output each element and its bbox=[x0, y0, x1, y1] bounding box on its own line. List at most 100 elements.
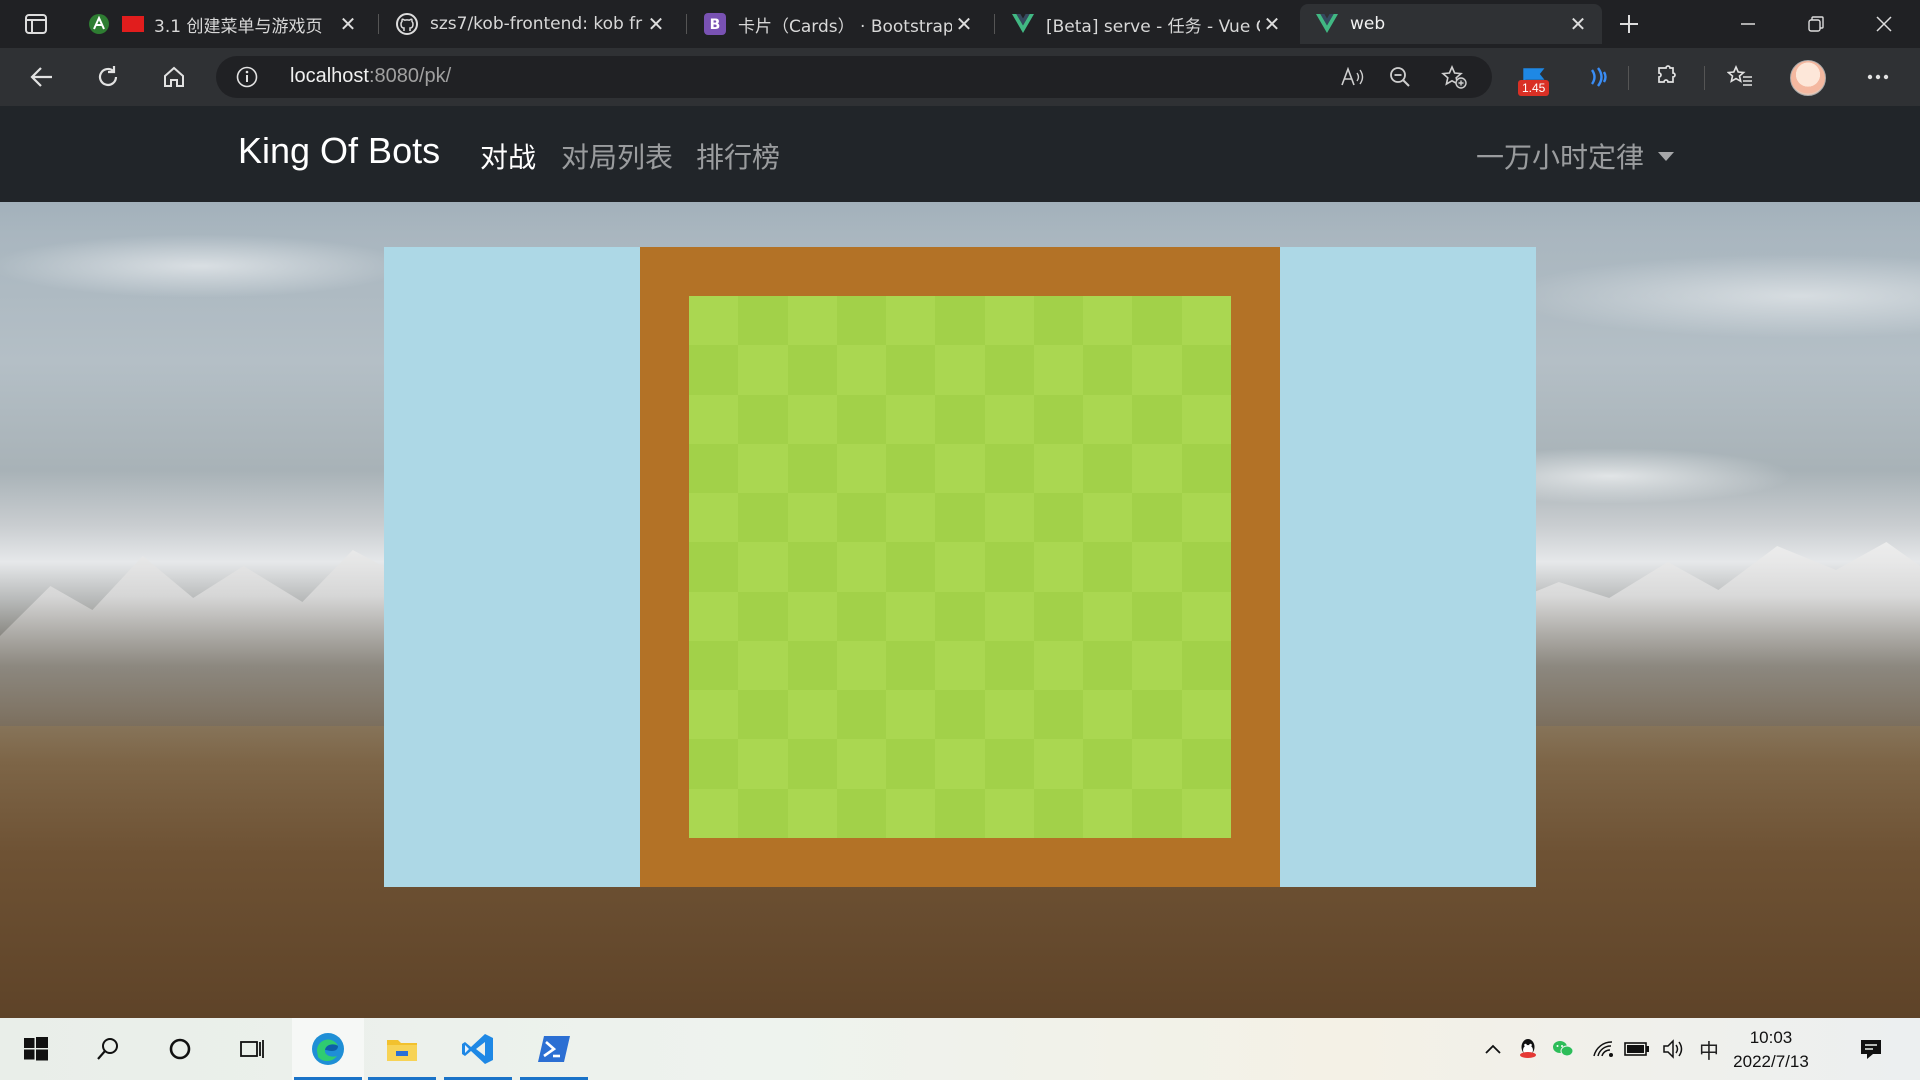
grass-cell bbox=[836, 394, 887, 444]
toolbar-divider bbox=[1704, 66, 1705, 90]
nav-link-ranklist[interactable]: 排行榜 bbox=[696, 136, 780, 176]
grass-cell bbox=[836, 739, 887, 789]
tab-actions-icon[interactable] bbox=[10, 8, 62, 40]
browser-tab-4[interactable]: [Beta] serve - 任务 - Vue C ✕ bbox=[996, 4, 1296, 44]
cortana-icon[interactable] bbox=[144, 1018, 216, 1080]
qq-icon[interactable] bbox=[1515, 1036, 1541, 1062]
read-aloud-icon[interactable] bbox=[1338, 65, 1366, 89]
grass-cell bbox=[1132, 690, 1182, 740]
browser-tab-5[interactable]: web ✕ bbox=[1300, 4, 1602, 44]
wifi-icon[interactable] bbox=[1590, 1036, 1616, 1062]
wall-cell bbox=[787, 247, 837, 297]
grass-cell bbox=[984, 296, 1034, 346]
close-icon[interactable]: ✕ bbox=[1260, 12, 1284, 36]
wall-cell bbox=[836, 837, 887, 887]
search-icon[interactable] bbox=[72, 1018, 144, 1080]
site-info-icon[interactable] bbox=[236, 66, 258, 88]
grass-cell bbox=[836, 542, 887, 592]
app-navbar: King Of Bots 对战 对局列表 排行榜 一万小时定律 bbox=[0, 106, 1920, 202]
grass-cell bbox=[738, 443, 788, 494]
user-name: 一万小时定律 bbox=[1476, 141, 1645, 174]
nav-link-record[interactable]: 对局列表 bbox=[561, 136, 673, 176]
wall-cell bbox=[1033, 247, 1084, 297]
wall-cell bbox=[1230, 296, 1280, 346]
nav-link-pk[interactable]: 对战 bbox=[480, 136, 536, 176]
refresh-icon[interactable] bbox=[88, 58, 128, 96]
grass-cell bbox=[738, 591, 788, 641]
home-icon[interactable] bbox=[154, 58, 194, 96]
volume-icon[interactable] bbox=[1660, 1036, 1686, 1062]
svg-text:B: B bbox=[710, 17, 721, 33]
close-icon[interactable]: ✕ bbox=[952, 12, 976, 36]
close-window-icon[interactable] bbox=[1850, 0, 1918, 48]
vue-icon bbox=[1012, 13, 1034, 35]
zoom-out-icon[interactable] bbox=[1386, 65, 1414, 89]
grass-cell bbox=[1033, 542, 1084, 592]
grass-cell bbox=[1083, 394, 1133, 444]
vscode-icon[interactable] bbox=[442, 1018, 514, 1080]
battery-icon[interactable] bbox=[1624, 1036, 1650, 1062]
grass-cell bbox=[1132, 394, 1182, 444]
grass-cell bbox=[984, 493, 1034, 543]
tab-title: [Beta] serve - 任务 - Vue C bbox=[1046, 16, 1260, 37]
wall-cell bbox=[787, 837, 837, 887]
grass-cell bbox=[1132, 493, 1182, 543]
wall-cell bbox=[984, 247, 1034, 297]
grass-cell bbox=[1033, 788, 1084, 838]
grass-cell bbox=[984, 640, 1034, 691]
wall-cell bbox=[935, 837, 985, 887]
wall-cell bbox=[1230, 591, 1280, 641]
grass-cell bbox=[1181, 296, 1231, 346]
grass-cell bbox=[689, 443, 739, 494]
grass-cell bbox=[1033, 394, 1084, 444]
grass-cell bbox=[1181, 690, 1231, 740]
add-favorite-icon[interactable] bbox=[1440, 65, 1468, 89]
close-icon[interactable]: ✕ bbox=[1566, 12, 1590, 36]
wall-cell bbox=[640, 788, 690, 838]
address-bar[interactable]: localhost:8080/pk/ bbox=[216, 56, 1492, 98]
grass-cell bbox=[738, 690, 788, 740]
wall-cell bbox=[640, 640, 690, 691]
edge-taskbar-icon[interactable] bbox=[292, 1018, 364, 1080]
brand-link[interactable]: King Of Bots bbox=[238, 130, 440, 172]
favorites-icon[interactable] bbox=[1720, 58, 1760, 96]
grass-cell bbox=[886, 788, 936, 838]
wall-cell bbox=[689, 837, 739, 887]
action-center-icon[interactable] bbox=[1858, 1036, 1884, 1062]
wall-cell bbox=[1181, 837, 1231, 887]
powershell-icon[interactable] bbox=[518, 1018, 590, 1080]
grass-cell bbox=[886, 591, 936, 641]
close-icon[interactable]: ✕ bbox=[336, 12, 360, 36]
close-icon[interactable]: ✕ bbox=[644, 12, 668, 36]
grass-cell bbox=[1033, 640, 1084, 691]
grass-cell bbox=[1132, 345, 1182, 395]
new-tab-icon[interactable] bbox=[1612, 8, 1646, 40]
wall-cell bbox=[689, 247, 739, 297]
task-view-icon[interactable] bbox=[216, 1018, 288, 1080]
grass-cell bbox=[984, 788, 1034, 838]
show-hidden-icons-icon[interactable] bbox=[1480, 1036, 1506, 1062]
caret-down-icon bbox=[1658, 151, 1675, 161]
wechat-icon[interactable] bbox=[1550, 1036, 1576, 1062]
grass-cell bbox=[935, 394, 985, 444]
browser-tab-3[interactable]: B 卡片（Cards） · Bootstrap ✕ bbox=[688, 4, 988, 44]
more-options-icon[interactable] bbox=[1858, 58, 1898, 96]
minimize-icon[interactable] bbox=[1714, 0, 1782, 48]
windows-start-icon[interactable] bbox=[0, 1018, 72, 1080]
browser-tab-2[interactable]: szs7/kob-frontend: kob fr ✕ bbox=[380, 4, 680, 44]
restore-icon[interactable] bbox=[1782, 0, 1850, 48]
clock-date: 2022/7/13 bbox=[1733, 1052, 1809, 1071]
extensions-icon[interactable] bbox=[1646, 58, 1686, 96]
browser-tab-1[interactable]: 3.1 创建菜单与游戏页 ✕ bbox=[72, 4, 372, 44]
system-clock[interactable]: 10:03 2022/7/13 bbox=[1716, 1026, 1826, 1074]
user-dropdown[interactable]: 一万小时定律 bbox=[1476, 136, 1675, 176]
extension-sound-icon[interactable] bbox=[1580, 58, 1620, 96]
file-explorer-icon[interactable] bbox=[366, 1018, 438, 1080]
grass-cell bbox=[836, 443, 887, 494]
grass-cell bbox=[886, 443, 936, 494]
grass-cell bbox=[787, 542, 837, 592]
tab-title: 3.1 创建菜单与游戏页 bbox=[154, 16, 323, 37]
wall-cell bbox=[738, 837, 788, 887]
back-icon[interactable] bbox=[22, 58, 62, 96]
profile-avatar[interactable] bbox=[1790, 60, 1826, 96]
